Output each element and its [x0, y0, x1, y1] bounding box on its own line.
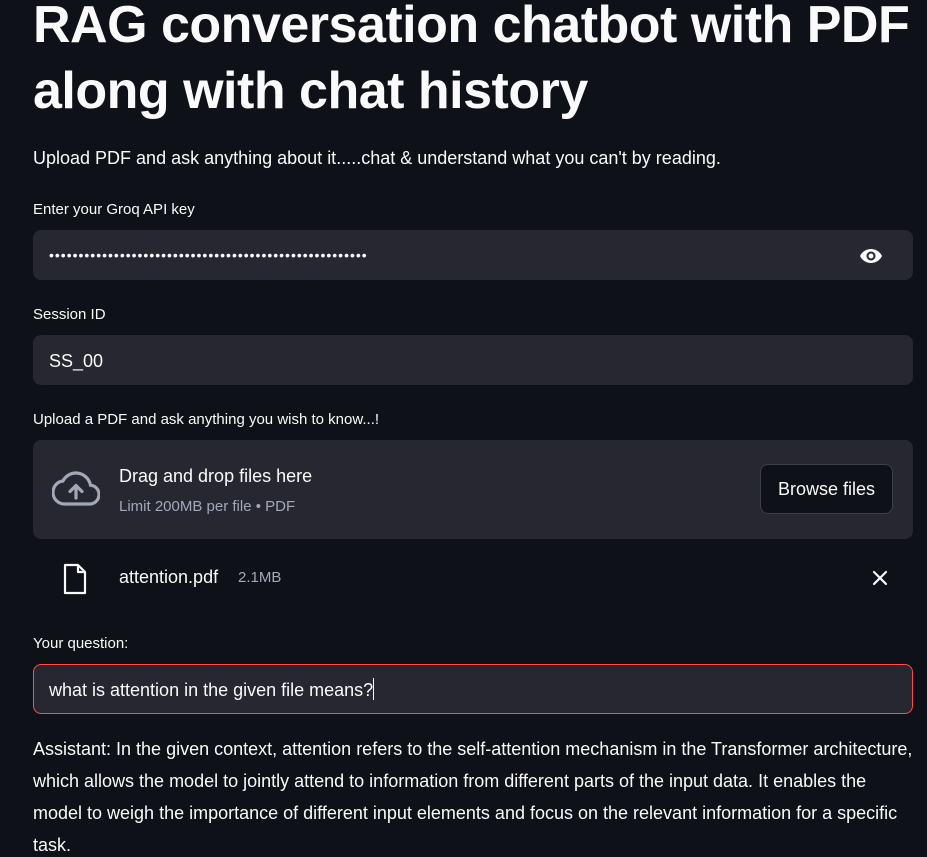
session-id-value: SS_00 [49, 351, 104, 371]
question-label: Your question: [33, 635, 129, 652]
dropzone-limit: Limit 200MB per file • PDF [119, 498, 296, 515]
file-dropzone[interactable]: Drag and drop files here Limit 200MB per… [33, 440, 913, 539]
eye-icon[interactable] [858, 244, 884, 268]
assistant-answer: Assistant: In the given context, attenti… [33, 739, 913, 855]
dropzone-title: Drag and drop files here [119, 466, 313, 486]
file-name: attention.pdf [119, 567, 219, 587]
api-key-value: ••••••••••••••••••••••••••••••••••••••••… [49, 247, 368, 263]
cloud-upload-icon [51, 471, 101, 507]
file-size: 2.1MB [238, 569, 282, 586]
page-subtitle: Upload PDF and ask anything about it....… [33, 148, 721, 168]
text-caret [373, 678, 375, 700]
question-value: what is attention in the given file mean… [49, 678, 375, 702]
session-id-input[interactable]: SS_00 [33, 335, 913, 385]
api-key-input[interactable]: ••••••••••••••••••••••••••••••••••••••••… [33, 230, 913, 280]
api-key-label: Enter your Groq API key [33, 201, 195, 218]
uploaded-file-item: attention.pdf 2.1MB [33, 556, 913, 600]
session-id-label: Session ID [33, 306, 106, 323]
question-text: what is attention in the given file mean… [49, 680, 374, 700]
page-title: RAG conversation chatbot with PDF along … [33, 0, 910, 120]
browse-files-button[interactable]: Browse files [760, 464, 893, 514]
close-icon[interactable] [871, 569, 889, 587]
question-input[interactable]: what is attention in the given file mean… [33, 664, 913, 714]
uploader-label: Upload a PDF and ask anything you wish t… [33, 411, 380, 428]
file-icon [62, 563, 88, 595]
